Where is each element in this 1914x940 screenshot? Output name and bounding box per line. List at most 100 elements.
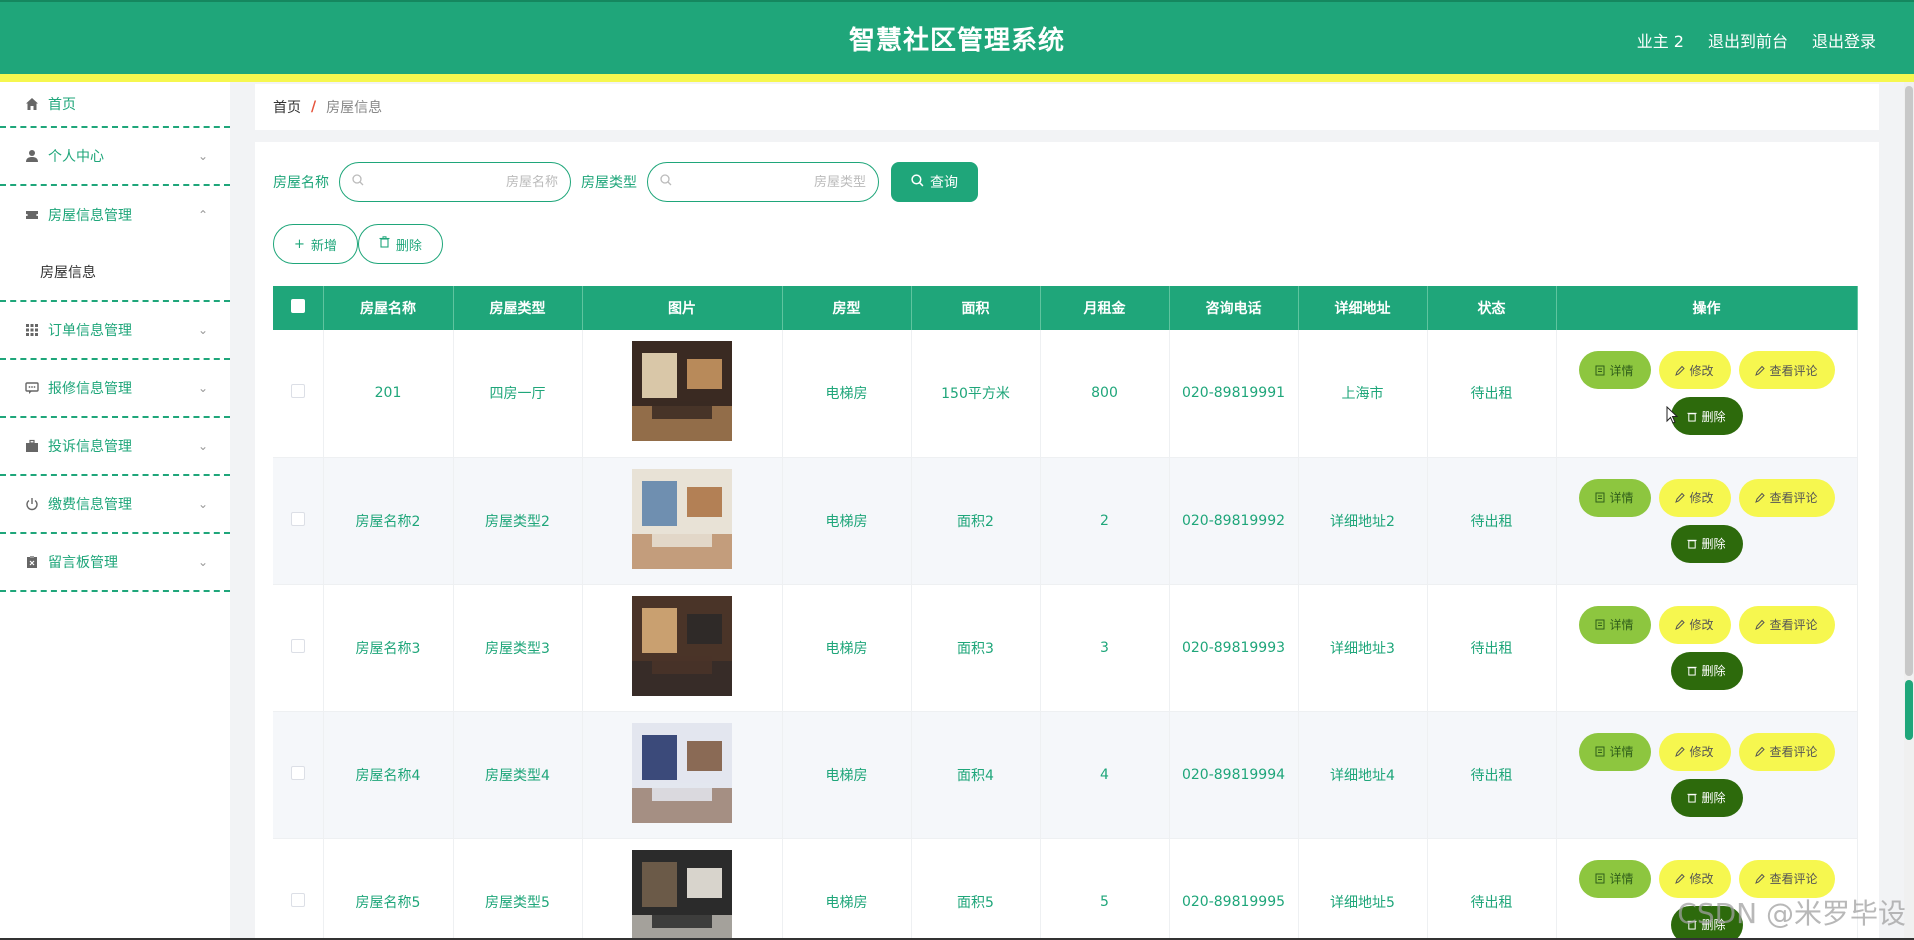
breadcrumb-current: 房屋信息 [326, 100, 383, 116]
house-name-label: 房屋名称 [273, 175, 329, 191]
power-icon [24, 496, 40, 512]
house-name-search-field [339, 162, 571, 202]
chevron-down-icon: ⌄ [197, 439, 208, 453]
operations-cell: 详情 修改 查看评论删除 [1556, 711, 1858, 839]
detail-button-label: 详情 [1609, 618, 1634, 632]
edit-button-label: 修改 [1689, 618, 1714, 632]
delete-button-label: 删除 [1701, 791, 1726, 805]
detail-button[interactable]: 详情 [1578, 605, 1651, 644]
image-cell [582, 838, 783, 940]
column-header: 房屋名称 [323, 286, 454, 330]
row-checkbox[interactable] [290, 892, 305, 907]
detail-button[interactable]: 详情 [1578, 859, 1651, 898]
exit-to-front-link[interactable]: 退出到前台 [1708, 28, 1788, 52]
delete-button[interactable]: 删除 [1670, 651, 1743, 690]
status-cell: 待出租 [1427, 584, 1557, 712]
house-photo[interactable] [632, 849, 732, 940]
search-icon [911, 173, 924, 191]
row-checkbox[interactable] [290, 638, 305, 653]
phone-cell: 020-89819991 [1169, 330, 1299, 458]
row-checkbox[interactable] [290, 765, 305, 780]
scrollbar-marker [1905, 680, 1913, 740]
delete-button[interactable]: 删除 [1670, 524, 1743, 563]
table-row: 房屋名称4 房屋类型4 电梯房 面积4 4 020-89819994 详细地址4 待出租 详情 修… [273, 711, 1858, 839]
sidebar-item-complaint-management[interactable]: 投诉信息管理 ⌄ [0, 418, 230, 476]
detail-button[interactable]: 详情 [1578, 478, 1651, 517]
detail-button-label: 详情 [1609, 491, 1634, 505]
rent-cell: 5 [1040, 838, 1170, 940]
status-cell: 待出租 [1427, 457, 1557, 585]
view-comments-button[interactable]: 查看评论 [1738, 351, 1835, 390]
pencil-icon [1675, 619, 1686, 630]
view-comments-button[interactable]: 查看评论 [1738, 478, 1835, 517]
house-photo[interactable] [632, 722, 732, 823]
sidebar-item-house-management[interactable]: 房屋信息管理 ⌃ [0, 186, 230, 244]
breadcrumb-separator: / [311, 99, 317, 115]
edit-button[interactable]: 修改 [1658, 478, 1731, 517]
sidebar-item-label: 个人中心 [48, 149, 104, 165]
sidebar-item-repair-management[interactable]: 报修信息管理 ⌄ [0, 360, 230, 418]
delete-button-label: 删除 [1701, 664, 1726, 678]
image-cell [582, 457, 783, 585]
chevron-down-icon: ⌄ [197, 323, 208, 337]
house-name-input[interactable] [370, 174, 558, 190]
breadcrumb-home[interactable]: 首页 [273, 97, 301, 117]
phone-cell: 020-89819995 [1169, 838, 1299, 940]
sidebar-item-home[interactable]: 首页 [0, 82, 230, 128]
view-comments-button[interactable]: 查看评论 [1738, 605, 1835, 644]
column-header: 详细地址 [1298, 286, 1428, 330]
pencil-icon [1755, 746, 1766, 757]
house-photo[interactable] [632, 341, 732, 442]
detail-button[interactable]: 详情 [1578, 732, 1651, 771]
row-checkbox[interactable] [290, 384, 305, 399]
query-button[interactable]: 查询 [891, 162, 978, 202]
sidebar-item-label: 留言板管理 [48, 555, 118, 571]
add-button[interactable]: + 新增 [273, 224, 358, 264]
table-row: 房屋名称3 房屋类型3 电梯房 面积3 3 020-89819993 详细地址3 待出租 详情 修… [273, 584, 1858, 712]
sidebar-item-personal-center[interactable]: 个人中心 ⌄ [0, 128, 230, 186]
area-cell: 面积5 [911, 838, 1041, 940]
logout-link[interactable]: 退出登录 [1812, 28, 1876, 52]
detail-button-label: 详情 [1609, 872, 1634, 886]
detail-button[interactable]: 详情 [1578, 351, 1651, 390]
pencil-icon [1755, 619, 1766, 630]
house-type-label: 房屋类型 [581, 175, 637, 191]
trash-icon [1687, 793, 1698, 803]
edit-button[interactable]: 修改 [1658, 351, 1731, 390]
sidebar-item-payment-management[interactable]: 缴费信息管理 ⌄ [0, 476, 230, 534]
sidebar-item-message-board[interactable]: 留言板管理 ⌄ [0, 534, 230, 592]
edit-button-label: 修改 [1689, 872, 1714, 886]
delete-button[interactable]: 删除 [1670, 397, 1743, 436]
pencil-icon [1755, 492, 1766, 503]
house-type-input[interactable] [678, 174, 866, 190]
column-header: 操作 [1556, 286, 1858, 330]
home-icon [24, 96, 40, 112]
house-photo[interactable] [632, 468, 732, 569]
search-icon [352, 174, 364, 190]
trash-icon [1687, 412, 1698, 422]
sidebar-item-order-management[interactable]: 订单信息管理 ⌄ [0, 302, 230, 360]
house-name-cell: 201 [323, 330, 454, 458]
pencil-icon [1755, 365, 1766, 376]
row-checkbox[interactable] [290, 511, 305, 526]
sidebar-subitem-house-info[interactable]: 房屋信息 [0, 244, 230, 302]
batch-delete-button[interactable]: 删除 [357, 224, 443, 264]
pencil-icon [1675, 492, 1686, 503]
address-cell: 详细地址2 [1298, 457, 1428, 585]
add-button-label: 新增 [310, 238, 337, 254]
select-all-checkbox[interactable] [290, 299, 305, 313]
house-type-cell: 房屋类型5 [453, 838, 583, 940]
house-photo[interactable] [632, 595, 732, 696]
table-row: 201 四房一厅 电梯房 150平方米 800 020-89819991 上海市 待出租 详情 修… [273, 330, 1858, 458]
delete-button[interactable]: 删除 [1670, 778, 1743, 817]
scrollbar-thumb[interactable] [1905, 86, 1913, 676]
edit-button[interactable]: 修改 [1658, 605, 1731, 644]
column-header: 面积 [911, 286, 1041, 330]
rent-cell: 2 [1040, 457, 1170, 585]
address-cell: 详细地址4 [1298, 711, 1428, 839]
house-type-search-field [647, 162, 879, 202]
sidebar-item-label: 报修信息管理 [48, 381, 132, 397]
edit-button[interactable]: 修改 [1658, 732, 1731, 771]
chevron-down-icon: ⌄ [197, 149, 208, 163]
view-comments-button[interactable]: 查看评论 [1738, 732, 1835, 771]
